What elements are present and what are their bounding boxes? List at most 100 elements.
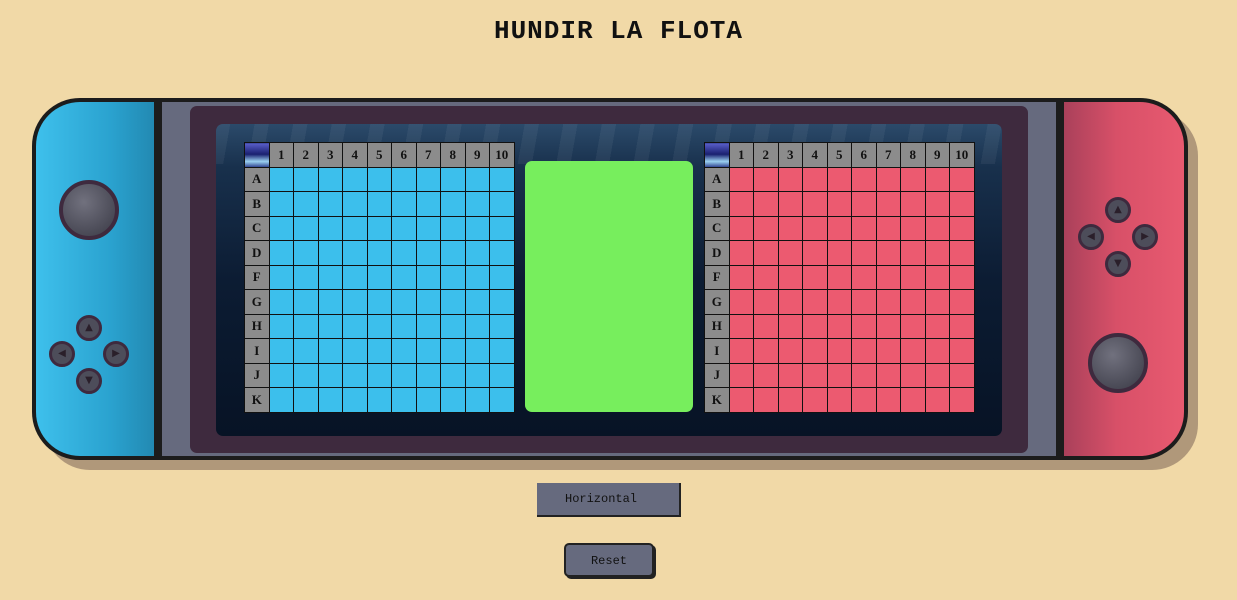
enemy-board-cell[interactable] [802, 313, 828, 339]
player-board-cell[interactable] [464, 264, 490, 290]
player-board-cell[interactable] [366, 362, 392, 388]
enemy-board-cell[interactable] [826, 264, 852, 290]
enemy-board-cell[interactable] [949, 362, 975, 388]
enemy-board-cell[interactable] [875, 362, 901, 388]
right-analog-stick[interactable] [1088, 333, 1148, 393]
player-board-cell[interactable] [317, 313, 343, 339]
player-board-cell[interactable] [366, 289, 392, 315]
player-board-cell[interactable] [440, 191, 466, 217]
player-board-cell[interactable] [342, 362, 368, 388]
enemy-board-cell[interactable] [875, 264, 901, 290]
enemy-board-cell[interactable] [753, 289, 779, 315]
player-board-cell[interactable] [464, 289, 490, 315]
enemy-board-cell[interactable] [753, 264, 779, 290]
enemy-board-cell[interactable] [777, 215, 803, 241]
enemy-board-cell[interactable] [728, 387, 754, 413]
enemy-board-cell[interactable] [802, 362, 828, 388]
button-left-icon[interactable]: ◀ [1078, 224, 1104, 250]
enemy-board-cell[interactable] [753, 362, 779, 388]
player-board-cell[interactable] [464, 166, 490, 192]
player-board-cell[interactable] [293, 264, 319, 290]
enemy-board-cell[interactable] [777, 387, 803, 413]
player-board-cell[interactable] [268, 338, 294, 364]
dpad-up-icon[interactable]: ▲ [76, 315, 102, 341]
player-board-cell[interactable] [464, 215, 490, 241]
enemy-board-cell[interactable] [875, 387, 901, 413]
player-board-cell[interactable] [317, 215, 343, 241]
enemy-board-cell[interactable] [875, 166, 901, 192]
player-board-cell[interactable] [268, 264, 294, 290]
player-board-cell[interactable] [268, 362, 294, 388]
player-board-cell[interactable] [268, 313, 294, 339]
enemy-board-cell[interactable] [949, 289, 975, 315]
enemy-board-cell[interactable] [728, 191, 754, 217]
enemy-board-cell[interactable] [777, 191, 803, 217]
player-board-cell[interactable] [415, 240, 441, 266]
enemy-board-cell[interactable] [802, 215, 828, 241]
enemy-board-cell[interactable] [851, 166, 877, 192]
player-board-cell[interactable] [293, 215, 319, 241]
player-board-cell[interactable] [489, 387, 515, 413]
player-board-cell[interactable] [415, 387, 441, 413]
enemy-board-cell[interactable] [728, 362, 754, 388]
enemy-board-cell[interactable] [728, 338, 754, 364]
player-board-cell[interactable] [464, 362, 490, 388]
player-board-cell[interactable] [317, 191, 343, 217]
enemy-board-cell[interactable] [875, 338, 901, 364]
reset-button[interactable]: Reset [564, 543, 654, 577]
enemy-board-cell[interactable] [949, 387, 975, 413]
player-board-cell[interactable] [342, 387, 368, 413]
enemy-board-cell[interactable] [826, 215, 852, 241]
player-board-cell[interactable] [440, 289, 466, 315]
enemy-board-cell[interactable] [826, 166, 852, 192]
player-board-cell[interactable] [489, 264, 515, 290]
enemy-board-cell[interactable] [900, 240, 926, 266]
player-board-cell[interactable] [489, 166, 515, 192]
player-board-cell[interactable] [293, 387, 319, 413]
enemy-board-cell[interactable] [728, 166, 754, 192]
player-board-cell[interactable] [464, 338, 490, 364]
player-board-cell[interactable] [391, 166, 417, 192]
enemy-board-cell[interactable] [802, 338, 828, 364]
player-board-cell[interactable] [366, 387, 392, 413]
player-board-cell[interactable] [440, 166, 466, 192]
player-board-cell[interactable] [415, 264, 441, 290]
enemy-board-cell[interactable] [802, 289, 828, 315]
player-board-cell[interactable] [317, 338, 343, 364]
enemy-board-cell[interactable] [875, 191, 901, 217]
enemy-board-cell[interactable] [728, 240, 754, 266]
button-down-icon[interactable]: ▼ [1105, 251, 1131, 277]
player-board-cell[interactable] [489, 240, 515, 266]
enemy-board-cell[interactable] [753, 240, 779, 266]
enemy-board-cell[interactable] [851, 338, 877, 364]
player-board-cell[interactable] [268, 191, 294, 217]
enemy-board-cell[interactable] [753, 313, 779, 339]
player-board-cell[interactable] [391, 215, 417, 241]
button-up-icon[interactable]: ▲ [1105, 197, 1131, 223]
player-board-cell[interactable] [391, 191, 417, 217]
player-board-cell[interactable] [391, 289, 417, 315]
player-board-cell[interactable] [342, 264, 368, 290]
enemy-board-cell[interactable] [900, 166, 926, 192]
enemy-board-cell[interactable] [851, 215, 877, 241]
player-board-cell[interactable] [366, 264, 392, 290]
enemy-board-cell[interactable] [728, 215, 754, 241]
player-board-cell[interactable] [366, 240, 392, 266]
enemy-board-cell[interactable] [753, 338, 779, 364]
enemy-board-cell[interactable] [924, 313, 950, 339]
player-board-cell[interactable] [415, 362, 441, 388]
player-board-cell[interactable] [317, 166, 343, 192]
enemy-board-cell[interactable] [900, 387, 926, 413]
player-board-cell[interactable] [317, 264, 343, 290]
enemy-board-cell[interactable] [875, 240, 901, 266]
dpad-left-icon[interactable]: ◀ [49, 341, 75, 367]
enemy-board-cell[interactable] [875, 289, 901, 315]
enemy-board-cell[interactable] [777, 362, 803, 388]
player-board-cell[interactable] [268, 387, 294, 413]
player-board-cell[interactable] [440, 240, 466, 266]
enemy-board-cell[interactable] [900, 264, 926, 290]
player-board-cell[interactable] [293, 289, 319, 315]
enemy-board-cell[interactable] [826, 362, 852, 388]
enemy-board-cell[interactable] [802, 264, 828, 290]
player-board-cell[interactable] [489, 289, 515, 315]
